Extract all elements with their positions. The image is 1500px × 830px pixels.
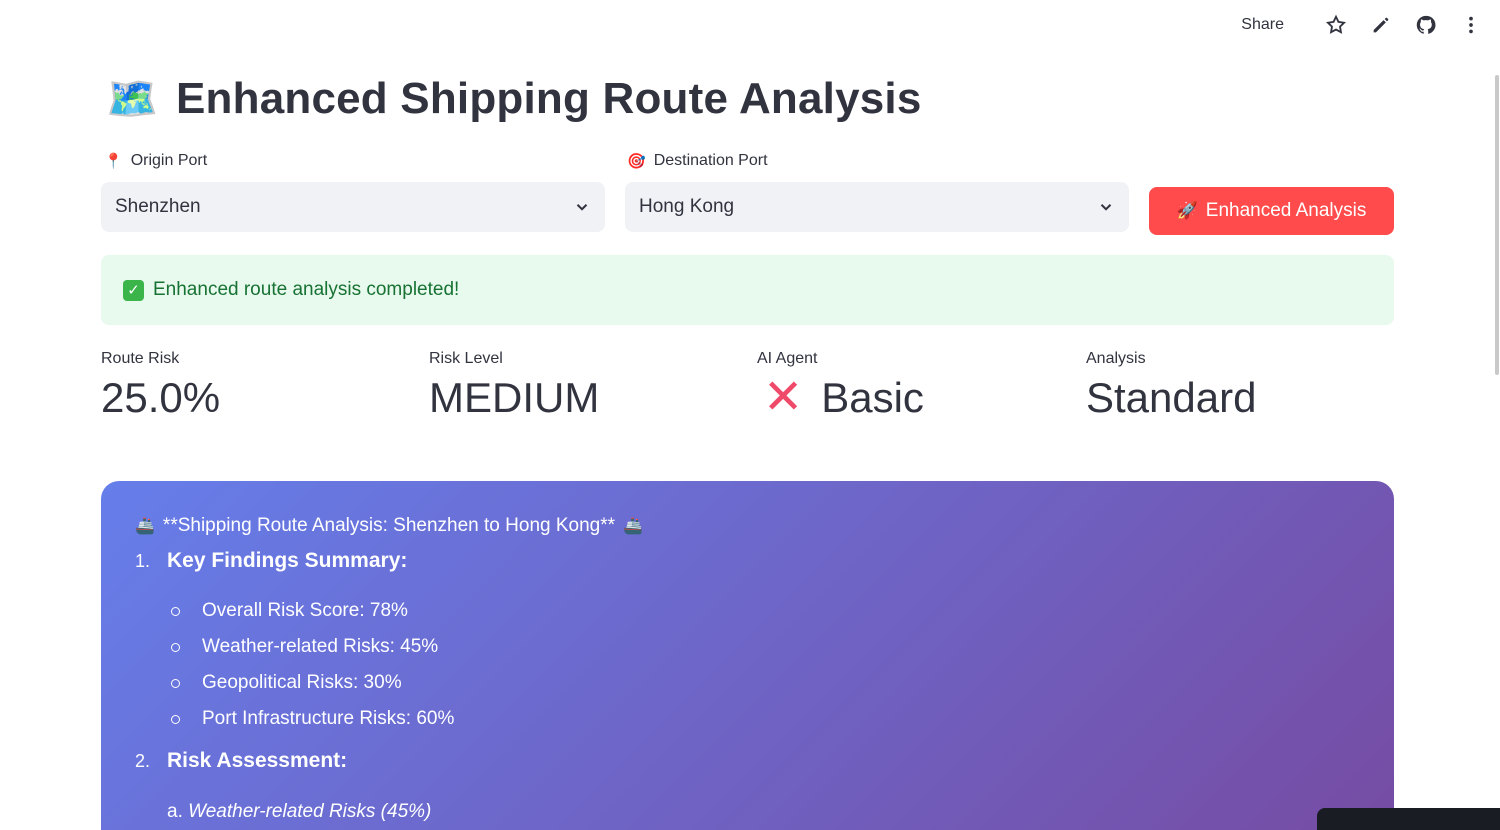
metric-value: ✕ Basic: [757, 374, 924, 422]
bullet-text: Overall Risk Score: 78%: [202, 600, 408, 621]
pushpin-icon: 📍: [104, 153, 123, 170]
more-vertical-icon[interactable]: [1456, 10, 1486, 40]
chevron-down-icon: [1100, 204, 1112, 211]
page-title: Enhanced Shipping Route Analysis: [176, 74, 922, 123]
origin-port-value: Shenzhen: [115, 196, 201, 217]
top-toolbar: Share: [1241, 10, 1486, 40]
metric-label: Route Risk: [101, 350, 180, 367]
sub-prefix: a.: [167, 801, 183, 822]
metric-label: AI Agent: [757, 350, 818, 367]
ship-icon: 🚢: [135, 518, 155, 535]
sub-item-text: Weather-related Risks (45%): [188, 801, 432, 822]
metric-value-text: MEDIUM: [429, 374, 600, 421]
check-mark-icon: ✓: [123, 279, 144, 301]
metric-value-text: Standard: [1086, 374, 1257, 421]
destination-port-value: Hong Kong: [639, 196, 735, 217]
list-item: Geopolitical Risks: 30%: [169, 665, 1360, 701]
list-item: Weather-related Risks: 45%: [169, 629, 1360, 665]
star-icon[interactable]: [1321, 10, 1351, 40]
origin-port-label-text: Origin Port: [130, 152, 208, 169]
bullet-text: Weather-related Risks: 45%: [202, 636, 439, 657]
metric-value-text: 25.0%: [101, 374, 221, 421]
section-title: Risk Assessment:: [167, 749, 348, 772]
list-number: 1.: [135, 551, 151, 571]
destination-port-select[interactable]: Hong Kong: [625, 182, 1129, 232]
scrollbar[interactable]: [1494, 0, 1500, 830]
list-item: Overall Risk Score: 78%: [169, 593, 1360, 629]
target-icon: 🎯: [627, 153, 646, 170]
metric-value: 25.0%: [101, 374, 220, 422]
origin-port-label: 📍 Origin Port: [104, 152, 207, 170]
status-widget[interactable]: [1317, 808, 1500, 830]
report-heading-text: **Shipping Route Analysis: Shenzhen to H…: [162, 515, 616, 536]
findings-list: Overall Risk Score: 78% Weather-related …: [169, 593, 1360, 737]
metric-value: MEDIUM: [429, 374, 599, 422]
github-icon[interactable]: [1411, 10, 1441, 40]
list-item: Port Infrastructure Risks: 60%: [169, 701, 1360, 737]
success-alert: ✓ Enhanced route analysis completed!: [101, 255, 1394, 325]
analysis-report-card: 🚢 **Shipping Route Analysis: Shenzhen to…: [101, 481, 1394, 830]
origin-port-select[interactable]: Shenzhen: [101, 182, 605, 232]
metric-analysis: Analysis Standard: [1086, 350, 1256, 422]
world-map-icon: 🗺️: [106, 74, 159, 122]
metric-value-text: Basic: [821, 374, 924, 421]
list-item: 2. Risk Assessment:: [135, 749, 1360, 773]
list-item: 1. Key Findings Summary:: [135, 549, 1360, 573]
ship-icon: 🚢: [623, 518, 643, 535]
chevron-down-icon: [576, 204, 588, 211]
rocket-icon: 🚀: [1176, 201, 1198, 220]
metric-ai-agent: AI Agent ✕ Basic: [757, 350, 924, 422]
bullet-icon: [171, 606, 180, 616]
metric-label: Analysis: [1086, 350, 1146, 367]
edit-pencil-icon[interactable]: [1366, 10, 1396, 40]
bullet-icon: [171, 714, 180, 724]
destination-port-label: 🎯 Destination Port: [627, 152, 768, 170]
scrollbar-thumb[interactable]: [1495, 75, 1499, 375]
bullet-icon: [171, 642, 180, 652]
sub-list-item: a. Weather-related Risks (45%): [167, 801, 1360, 823]
page-header: 🗺️ Enhanced Shipping Route Analysis: [106, 74, 922, 124]
destination-port-label-text: Destination Port: [653, 152, 768, 169]
metric-value: Standard: [1086, 374, 1256, 422]
enhanced-analysis-button-label: Enhanced Analysis: [1205, 200, 1367, 221]
report-heading: 🚢 **Shipping Route Analysis: Shenzhen to…: [135, 515, 1360, 537]
cross-mark-icon: ✕: [763, 371, 804, 424]
section-title: Key Findings Summary:: [167, 549, 408, 572]
enhanced-analysis-button[interactable]: 🚀 Enhanced Analysis: [1149, 187, 1394, 235]
share-button[interactable]: Share: [1241, 16, 1284, 34]
bullet-icon: [171, 678, 180, 688]
list-number: 2.: [135, 751, 151, 771]
metric-route-risk: Route Risk 25.0%: [101, 350, 220, 422]
success-message: Enhanced route analysis completed!: [153, 279, 460, 300]
bullet-text: Geopolitical Risks: 30%: [202, 672, 402, 693]
metric-label: Risk Level: [429, 350, 503, 367]
bullet-text: Port Infrastructure Risks: 60%: [202, 708, 455, 729]
metric-risk-level: Risk Level MEDIUM: [429, 350, 599, 422]
